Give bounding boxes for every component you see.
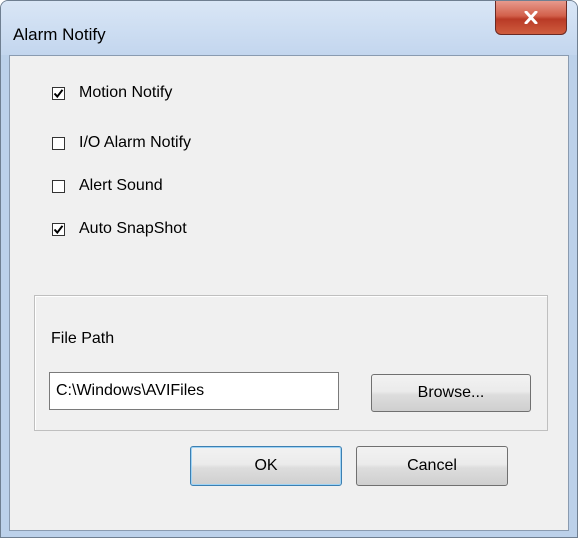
browse-button[interactable]: Browse... [371,374,531,412]
alarm-notify-dialog: Alarm Notify Motion Notify I/O Alarm Not… [0,0,578,538]
alert-sound-checkbox[interactable] [52,179,65,193]
alert-sound-label: Alert Sound [79,177,163,194]
cancel-button[interactable]: Cancel [356,446,508,486]
io-alarm-notify-label: I/O Alarm Notify [79,134,192,151]
io-alarm-notify-option[interactable]: I/O Alarm Notify [52,132,191,154]
motion-notify-option[interactable]: Motion Notify [52,82,172,104]
window-title: Alarm Notify [13,25,106,44]
auto-snapshot-label: Auto SnapShot [79,220,187,237]
checkmark-icon [53,224,64,234]
motion-notify-checkbox[interactable] [52,86,65,100]
alert-sound-option[interactable]: Alert Sound [52,175,163,197]
file-path-label: File Path [51,330,115,347]
close-icon [524,11,538,24]
motion-notify-label: Motion Notify [79,84,173,101]
close-button[interactable] [495,1,567,35]
io-alarm-notify-checkbox[interactable] [52,136,65,150]
auto-snapshot-checkbox[interactable] [52,222,65,236]
ok-button[interactable]: OK [190,446,342,486]
file-path-group: File Path Browse... [34,295,548,431]
file-path-input[interactable] [49,372,339,410]
dialog-client-area: Motion Notify I/O Alarm Notify Alert Sou… [9,55,569,531]
checkmark-icon [53,88,64,98]
title-bar[interactable]: Alarm Notify [1,1,577,55]
auto-snapshot-option[interactable]: Auto SnapShot [52,218,187,240]
